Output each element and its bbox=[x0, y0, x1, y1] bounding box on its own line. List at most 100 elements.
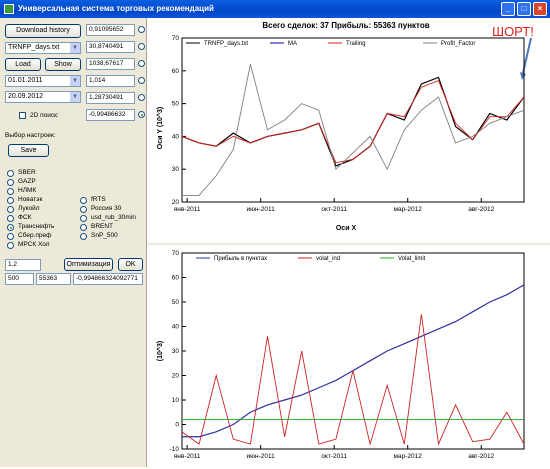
param-field[interactable]: 1038,67617 bbox=[86, 58, 135, 70]
bottom-value-field[interactable]: 55363 bbox=[36, 273, 71, 285]
chevron-down-icon[interactable]: ▼ bbox=[70, 92, 80, 102]
chevron-down-icon[interactable]: ▼ bbox=[70, 43, 80, 53]
instrument-label: Лукойл bbox=[18, 205, 40, 212]
y-tick-label: 10 bbox=[172, 397, 180, 404]
legend: Прибыль в пунктах volat_ind Volat_limit bbox=[196, 256, 426, 262]
app-icon bbox=[4, 4, 14, 14]
chevron-down-icon[interactable]: ▼ bbox=[70, 76, 80, 86]
file-select[interactable]: TRNFP_days.txt ▼ bbox=[5, 42, 81, 54]
series-line bbox=[182, 284, 525, 438]
opt-value-field[interactable]: 1.2 bbox=[5, 259, 41, 271]
load-button[interactable]: Load bbox=[5, 58, 41, 71]
instrument-radio-selected[interactable] bbox=[7, 224, 14, 231]
file-select-value: TRNFP_days.txt bbox=[8, 44, 60, 51]
y-tick-label: 60 bbox=[172, 68, 180, 75]
instrument-radio[interactable] bbox=[7, 242, 14, 249]
optimize-button[interactable]: Оптимизация bbox=[64, 258, 113, 271]
minimize-button[interactable]: _ bbox=[501, 2, 515, 16]
x-axis-label: Оси X bbox=[336, 225, 357, 232]
param-field[interactable]: 0,91095652 bbox=[86, 24, 135, 36]
x-tick-label: июн-2011 bbox=[247, 453, 276, 460]
date-from-value: 01.01.2011 bbox=[8, 77, 43, 84]
param-radio-selected[interactable] bbox=[138, 111, 145, 118]
param-field[interactable]: -0,99486632 bbox=[86, 109, 135, 121]
save-button[interactable]: Save bbox=[8, 144, 49, 157]
param-radio[interactable] bbox=[138, 94, 145, 101]
x-tick-label: янв-2011 bbox=[174, 206, 201, 213]
plot-frame bbox=[181, 37, 525, 203]
price-chart-svg: Всего сделок: 37 Прибыль: 55363 пунктов … bbox=[156, 21, 534, 232]
close-button[interactable]: × bbox=[533, 2, 547, 16]
short-annotation: ШОРТ! bbox=[492, 24, 534, 39]
x-tick-label: мар-2012 bbox=[394, 206, 423, 213]
download-history-button[interactable]: Download history bbox=[5, 24, 81, 38]
instrument-label: Новатэк bbox=[18, 196, 43, 203]
legend-entry: TRNFP_days.txt bbox=[204, 41, 248, 47]
instrument-radio[interactable] bbox=[7, 197, 14, 204]
param-radio[interactable] bbox=[138, 26, 145, 33]
x-tick-label: авг-2012 bbox=[468, 206, 494, 213]
x-tick-label: мар-2012 bbox=[394, 453, 423, 460]
maximize-button[interactable]: □ bbox=[517, 2, 531, 16]
x-tick-label: июн-2011 bbox=[247, 206, 276, 213]
date-to-picker[interactable]: 20.09.2012 ▼ bbox=[5, 91, 81, 103]
x-tick-label: окт-2011 bbox=[321, 453, 347, 460]
instrument-radio[interactable] bbox=[7, 215, 14, 222]
instrument-radio[interactable] bbox=[80, 206, 87, 213]
y-tick-label: 30 bbox=[172, 348, 180, 355]
instrument-label: Транснефть bbox=[18, 223, 55, 230]
y-tick-label: 20 bbox=[172, 199, 180, 206]
show-button[interactable]: Show bbox=[45, 58, 81, 71]
y-tick-label: 20 bbox=[172, 373, 180, 380]
date-from-picker[interactable]: 01.01.2011 ▼ bbox=[5, 75, 81, 87]
y-tick-label: 70 bbox=[172, 250, 180, 257]
x-tick-label: окт-2011 bbox=[321, 206, 347, 213]
y-tick-label: 40 bbox=[172, 324, 180, 331]
param-field[interactable]: 1,014 bbox=[86, 75, 135, 87]
arrow-head-icon bbox=[520, 72, 526, 80]
instrument-radio[interactable] bbox=[80, 197, 87, 204]
instrument-label: BRENT bbox=[91, 223, 114, 230]
y-tick-label: -10 bbox=[170, 446, 180, 453]
legend: TRNFP_days.txt MA Trailing Profit_Factor bbox=[186, 41, 475, 47]
chart-title: Всего сделок: 37 Прибыль: 55363 пунктов bbox=[262, 21, 429, 30]
param-radio[interactable] bbox=[138, 60, 145, 67]
instrument-label: GAZP bbox=[18, 178, 36, 185]
search2d-checkbox[interactable] bbox=[19, 112, 26, 119]
instrument-radio[interactable] bbox=[80, 233, 87, 240]
param-field[interactable]: 30,8740491 bbox=[86, 41, 135, 53]
settings-label: Выбор настроек: bbox=[5, 132, 56, 139]
y-tick-label: 70 bbox=[172, 35, 180, 42]
instrument-radio[interactable] bbox=[7, 233, 14, 240]
bottom-value-field[interactable]: 500 bbox=[5, 273, 34, 285]
instrument-label: НЛМК bbox=[18, 187, 37, 194]
date-to-value: 20.09.2012 bbox=[8, 93, 44, 100]
instrument-radio[interactable] bbox=[80, 224, 87, 231]
y-axis-label: Оси Y (10^3) bbox=[156, 107, 164, 150]
param-radio[interactable] bbox=[138, 77, 145, 84]
profit-chart-svg: Прибыль в пунктах volat_ind Volat_limit … bbox=[156, 250, 525, 460]
series-line bbox=[182, 64, 525, 196]
instrument-label: SnP_500 bbox=[91, 232, 118, 239]
instrument-radio[interactable] bbox=[7, 179, 14, 186]
instrument-radio[interactable] bbox=[7, 188, 14, 195]
param-radio[interactable] bbox=[138, 43, 145, 50]
bottom-value-field[interactable]: -0,994866324092771 bbox=[73, 273, 143, 285]
instrument-label: МРСК Хол bbox=[18, 241, 50, 248]
instrument-label: Россия 30 bbox=[91, 205, 122, 212]
profit-chart: Прибыль в пунктах volat_ind Volat_limit … bbox=[148, 243, 550, 467]
instrument-label: SBER bbox=[18, 169, 36, 176]
legend-entry: Volat_limit bbox=[398, 256, 426, 262]
ok-button[interactable]: OK bbox=[118, 258, 143, 271]
instrument-label: fRTS bbox=[91, 196, 106, 203]
y-tick-label: 50 bbox=[172, 101, 180, 108]
legend-entry: Profit_Factor bbox=[441, 41, 475, 47]
y-tick-label: 30 bbox=[172, 166, 180, 173]
param-field[interactable]: 1,28730491 bbox=[86, 92, 135, 104]
legend-entry: Прибыль в пунктах bbox=[214, 256, 267, 262]
legend-entry: MA bbox=[288, 41, 297, 47]
instrument-radio[interactable] bbox=[7, 170, 14, 177]
instrument-radio[interactable] bbox=[80, 215, 87, 222]
instrument-radio[interactable] bbox=[7, 206, 14, 213]
y-tick-label: 0 bbox=[175, 422, 179, 429]
